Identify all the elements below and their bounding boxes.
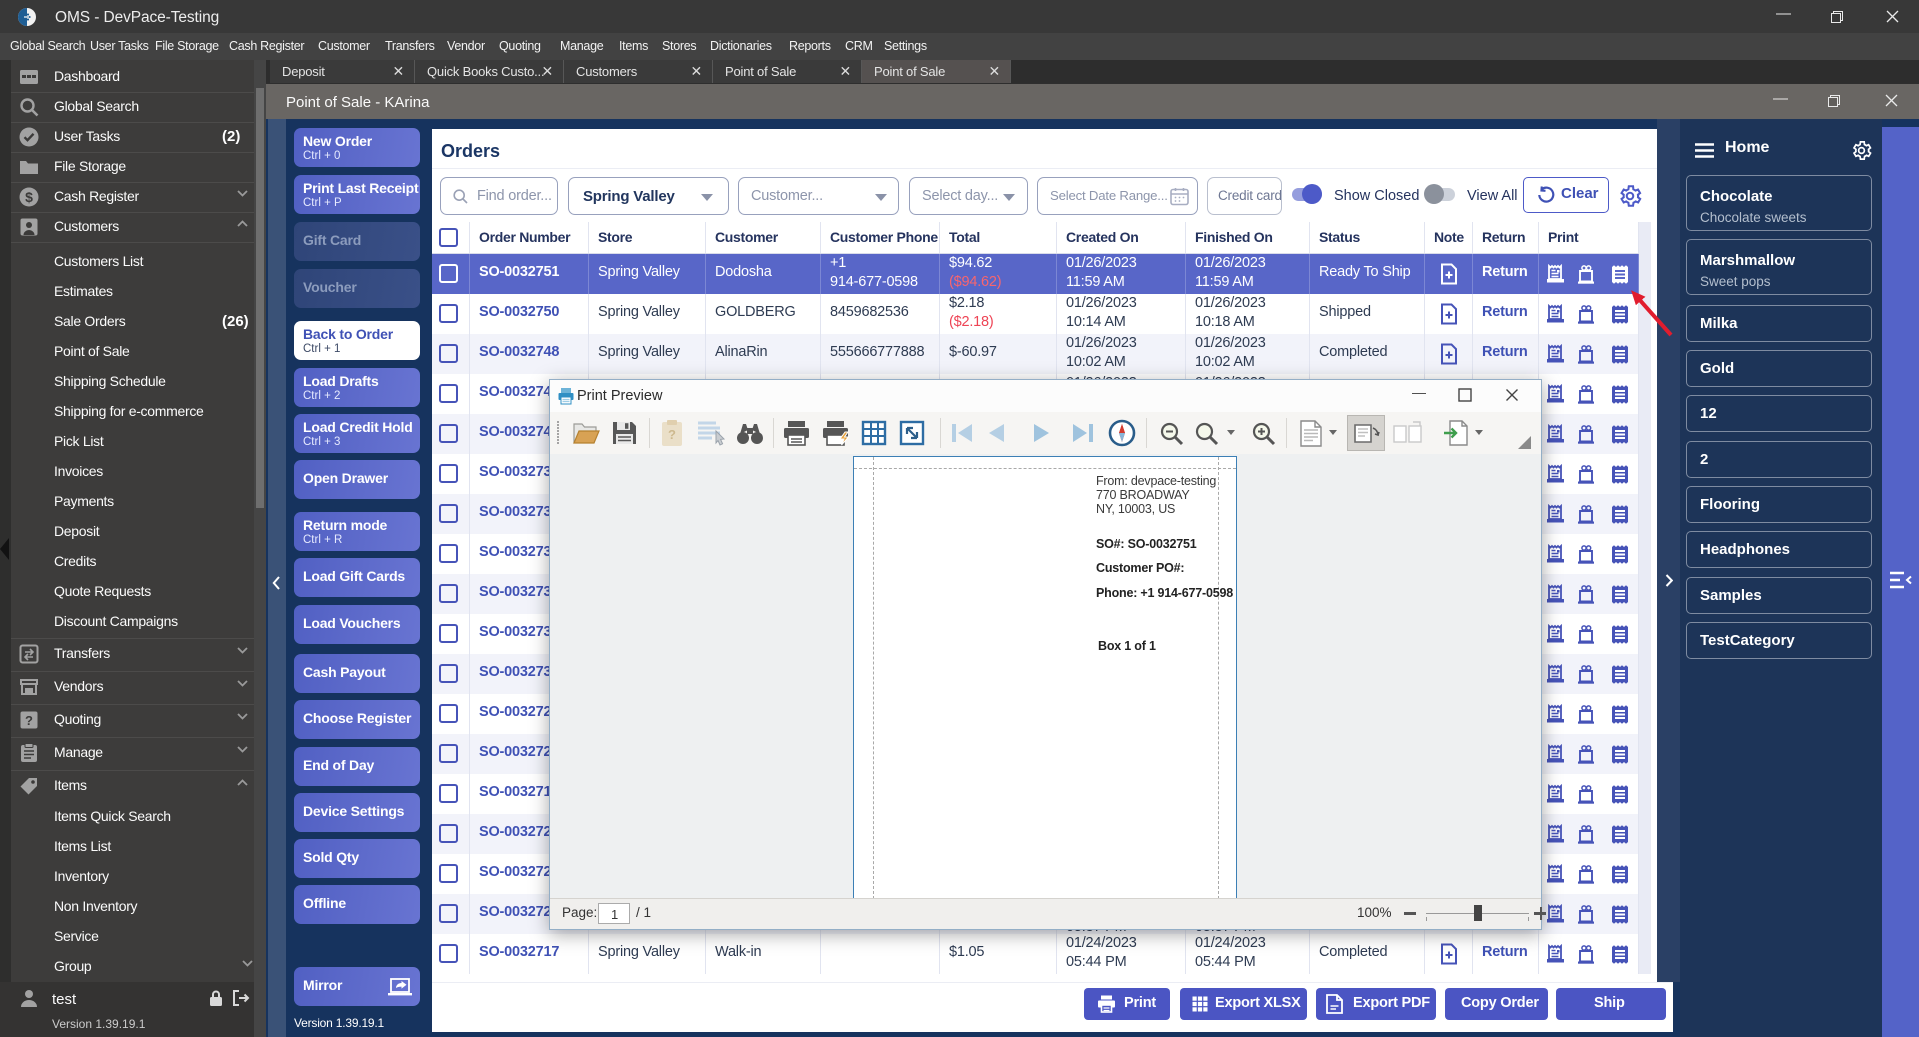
svg-text:?: ?: [25, 713, 33, 728]
svg-text:$: $: [25, 189, 33, 205]
svg-text:?: ?: [668, 427, 676, 442]
